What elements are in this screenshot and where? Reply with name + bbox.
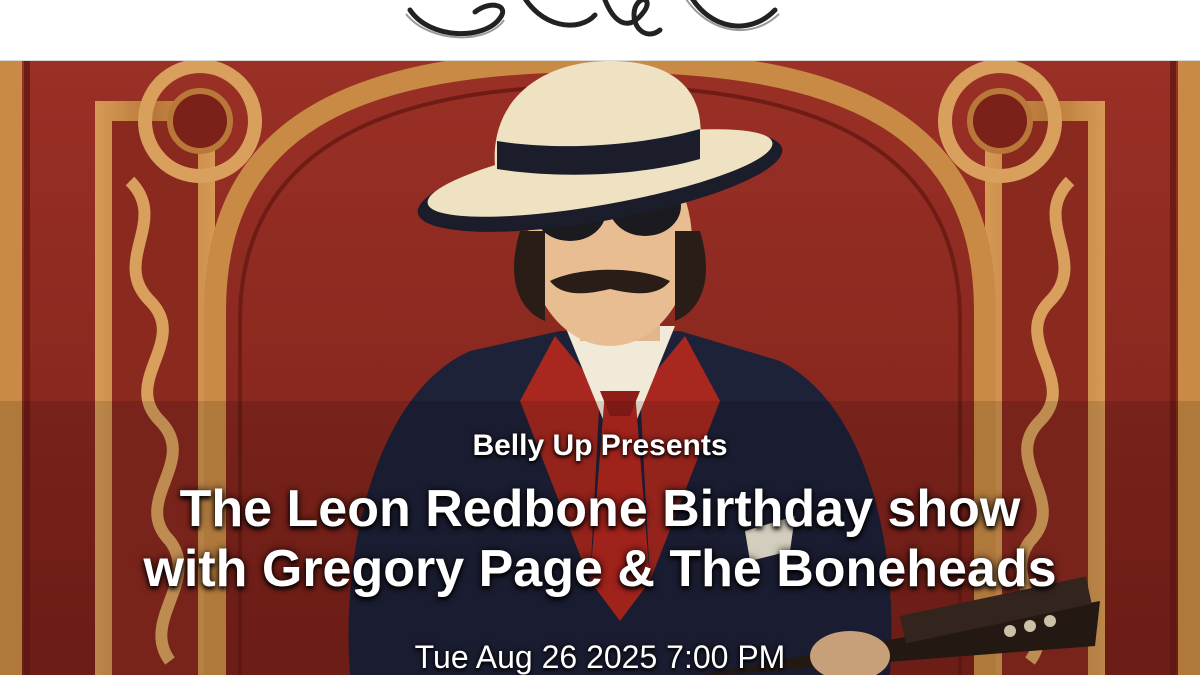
site-header	[0, 0, 1200, 61]
event-page: Belly Up Presents The Leon Redbone Birth…	[0, 0, 1200, 675]
belly-up-logo[interactable]	[390, 0, 810, 40]
poster-artwork	[0, 61, 1200, 675]
event-poster[interactable]	[0, 61, 1200, 675]
